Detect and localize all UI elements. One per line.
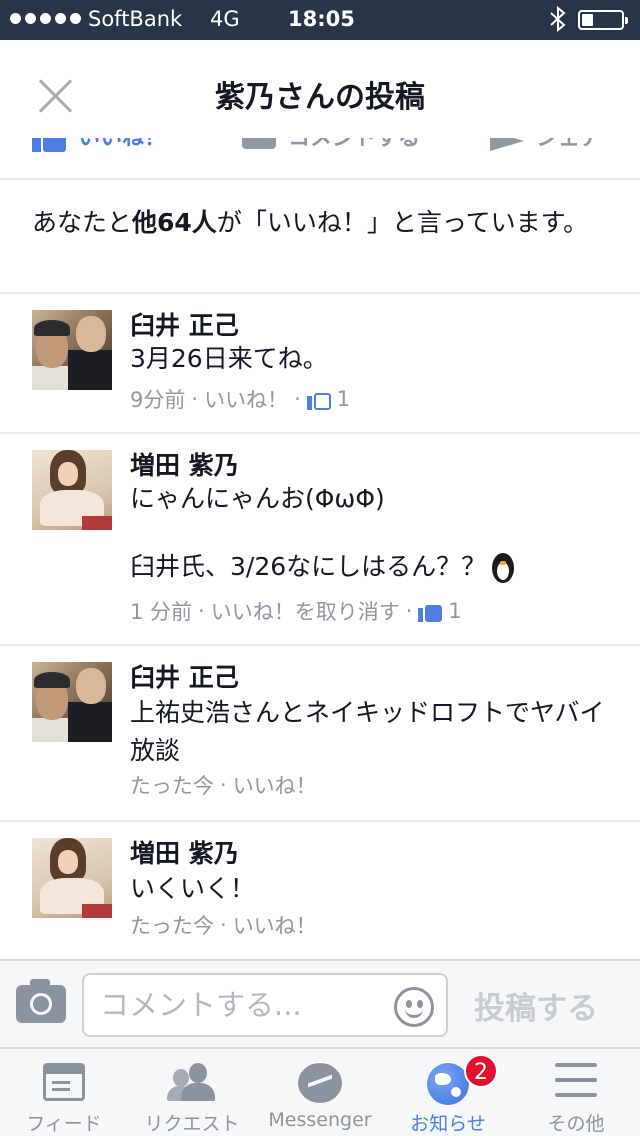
friend-requests-icon xyxy=(167,1063,217,1101)
separator: · xyxy=(294,387,301,411)
comment-button[interactable]: コメントする xyxy=(242,138,420,152)
comment-meta: 1 分前 · いいね！を取り消す · 1 xyxy=(130,596,462,626)
tab-more[interactable]: その他 xyxy=(512,1049,640,1136)
comment-like-link[interactable]: いいね！ xyxy=(233,770,317,800)
tab-messenger[interactable]: Messenger xyxy=(256,1049,384,1136)
comment-like-link[interactable]: いいね！ xyxy=(233,910,317,940)
signal-strength-icon xyxy=(10,13,81,24)
thumbs-up-icon xyxy=(306,388,331,410)
thumbs-up-icon xyxy=(418,600,443,622)
network-type: 4G xyxy=(210,7,240,31)
avatar[interactable] xyxy=(32,662,112,742)
comment-text: 3月26日来てね。 xyxy=(130,344,328,373)
tab-feed[interactable]: フィード xyxy=(0,1049,128,1136)
share-label: シェア xyxy=(536,138,603,151)
avatar[interactable] xyxy=(32,838,112,918)
tab-label: リクエスト xyxy=(144,1113,240,1135)
like-label: いいね！ xyxy=(78,138,167,151)
share-arrow-icon xyxy=(490,138,524,151)
commenter-name[interactable]: 増田 紫乃 xyxy=(130,834,239,870)
likes-suffix: が「いいね！」と言っています。 xyxy=(216,208,589,237)
camera-icon[interactable] xyxy=(16,979,66,1023)
comment-meta: たった今 · いいね！ xyxy=(130,770,317,800)
comment-meta: 9分前 · いいね！ · 1 xyxy=(130,384,350,414)
status-bar: SoftBank 4G 18:05 xyxy=(0,0,640,40)
separator: · xyxy=(220,913,227,937)
thumbs-up-icon xyxy=(32,138,66,152)
comment-bubble-icon xyxy=(242,138,276,149)
post-button[interactable]: 投稿する xyxy=(474,983,598,1028)
smiley-icon[interactable] xyxy=(394,987,434,1027)
like-button[interactable]: いいね！ xyxy=(32,138,166,152)
commenter-name[interactable]: 増田 紫乃 xyxy=(130,446,239,482)
comment-item: 増田 紫乃 にゃんにゃんお(ΦωΦ) 臼井氏、3/26なにしはるん？？ 1 分前… xyxy=(0,434,640,644)
comment-item: 増田 紫乃 いくいく！ たった今 · いいね！ xyxy=(0,822,640,959)
feed-icon xyxy=(43,1063,85,1101)
battery-icon xyxy=(578,10,628,30)
separator: · xyxy=(198,599,205,623)
commenter-name[interactable]: 臼井 正己 xyxy=(130,306,239,342)
post-header: 紫乃さんの投稿 xyxy=(0,40,640,138)
tab-label: Messenger xyxy=(268,1109,372,1131)
tab-label: お知らせ xyxy=(410,1113,486,1135)
likes-others-count: 他64人 xyxy=(132,208,217,237)
comment-text-line: にゃんにゃんお(ΦωΦ) xyxy=(130,484,385,513)
separator: · xyxy=(220,773,227,797)
comment-item: 臼井 正己 3月26日来てね。 9分前 · いいね！ · 1 xyxy=(0,294,640,432)
post-actions: いいね！ コメントする シェア xyxy=(0,138,640,180)
menu-icon xyxy=(555,1063,597,1097)
tab-label: その他 xyxy=(547,1113,605,1135)
comment-text: いくいく！ xyxy=(130,874,256,903)
comment-label: コメントする xyxy=(288,138,421,151)
comment-time: 1 分前 xyxy=(130,600,193,624)
commenter-name[interactable]: 臼井 正己 xyxy=(130,658,239,694)
likes-prefix: あなたと xyxy=(32,208,133,237)
comment-composer: 投稿する xyxy=(0,959,640,1047)
messenger-icon xyxy=(298,1063,342,1103)
tab-bar: フィード リクエスト Messenger お知らせ 2 その他 xyxy=(0,1047,640,1136)
comment-like-count[interactable]: 1 xyxy=(448,599,461,623)
comment-input-box xyxy=(82,973,448,1037)
bluetooth-icon xyxy=(550,6,566,32)
comment-text-line-2: 臼井氏、3/26なにしはるん？？ xyxy=(130,552,487,581)
tab-label: フィード xyxy=(26,1113,102,1135)
clock: 18:05 xyxy=(288,7,355,31)
comment-time: たった今 xyxy=(130,914,214,938)
comment-meta: たった今 · いいね！ xyxy=(130,910,317,940)
tab-requests[interactable]: リクエスト xyxy=(128,1049,256,1136)
comment-time: たった今 xyxy=(130,774,214,798)
comment-like-count[interactable]: 1 xyxy=(337,387,350,411)
share-button[interactable]: シェア xyxy=(490,138,602,152)
battery-level xyxy=(582,14,593,26)
globe-icon xyxy=(427,1063,469,1105)
avatar[interactable] xyxy=(32,310,112,390)
carrier-name: SoftBank xyxy=(88,7,183,31)
page-title: 紫乃さんの投稿 xyxy=(215,80,425,115)
comment-time: 9分前 xyxy=(130,388,186,412)
avatar[interactable] xyxy=(32,450,112,530)
separator: · xyxy=(405,599,413,623)
comment-text-line: 臼井氏、3/26なにしはるん？？ xyxy=(130,548,615,586)
comment-item: 臼井 正己 上祐史浩さんとネイキッドロフトでヤバイ放談 たった今 · いいね！ xyxy=(0,646,640,820)
comment-unlike-link[interactable]: いいね！を取り消す xyxy=(211,596,400,626)
comment-text: 上祐史浩さんとネイキッドロフトでヤバイ放談 xyxy=(130,698,605,765)
notification-badge: 2 xyxy=(464,1054,498,1088)
penguin-icon xyxy=(490,553,516,583)
separator: · xyxy=(191,387,199,411)
comment-input[interactable] xyxy=(100,985,390,1025)
comment-like-link[interactable]: いいね！ xyxy=(204,384,288,414)
likes-summary[interactable]: あなたと他64人が「いいね！」と言っています。 xyxy=(32,206,612,239)
